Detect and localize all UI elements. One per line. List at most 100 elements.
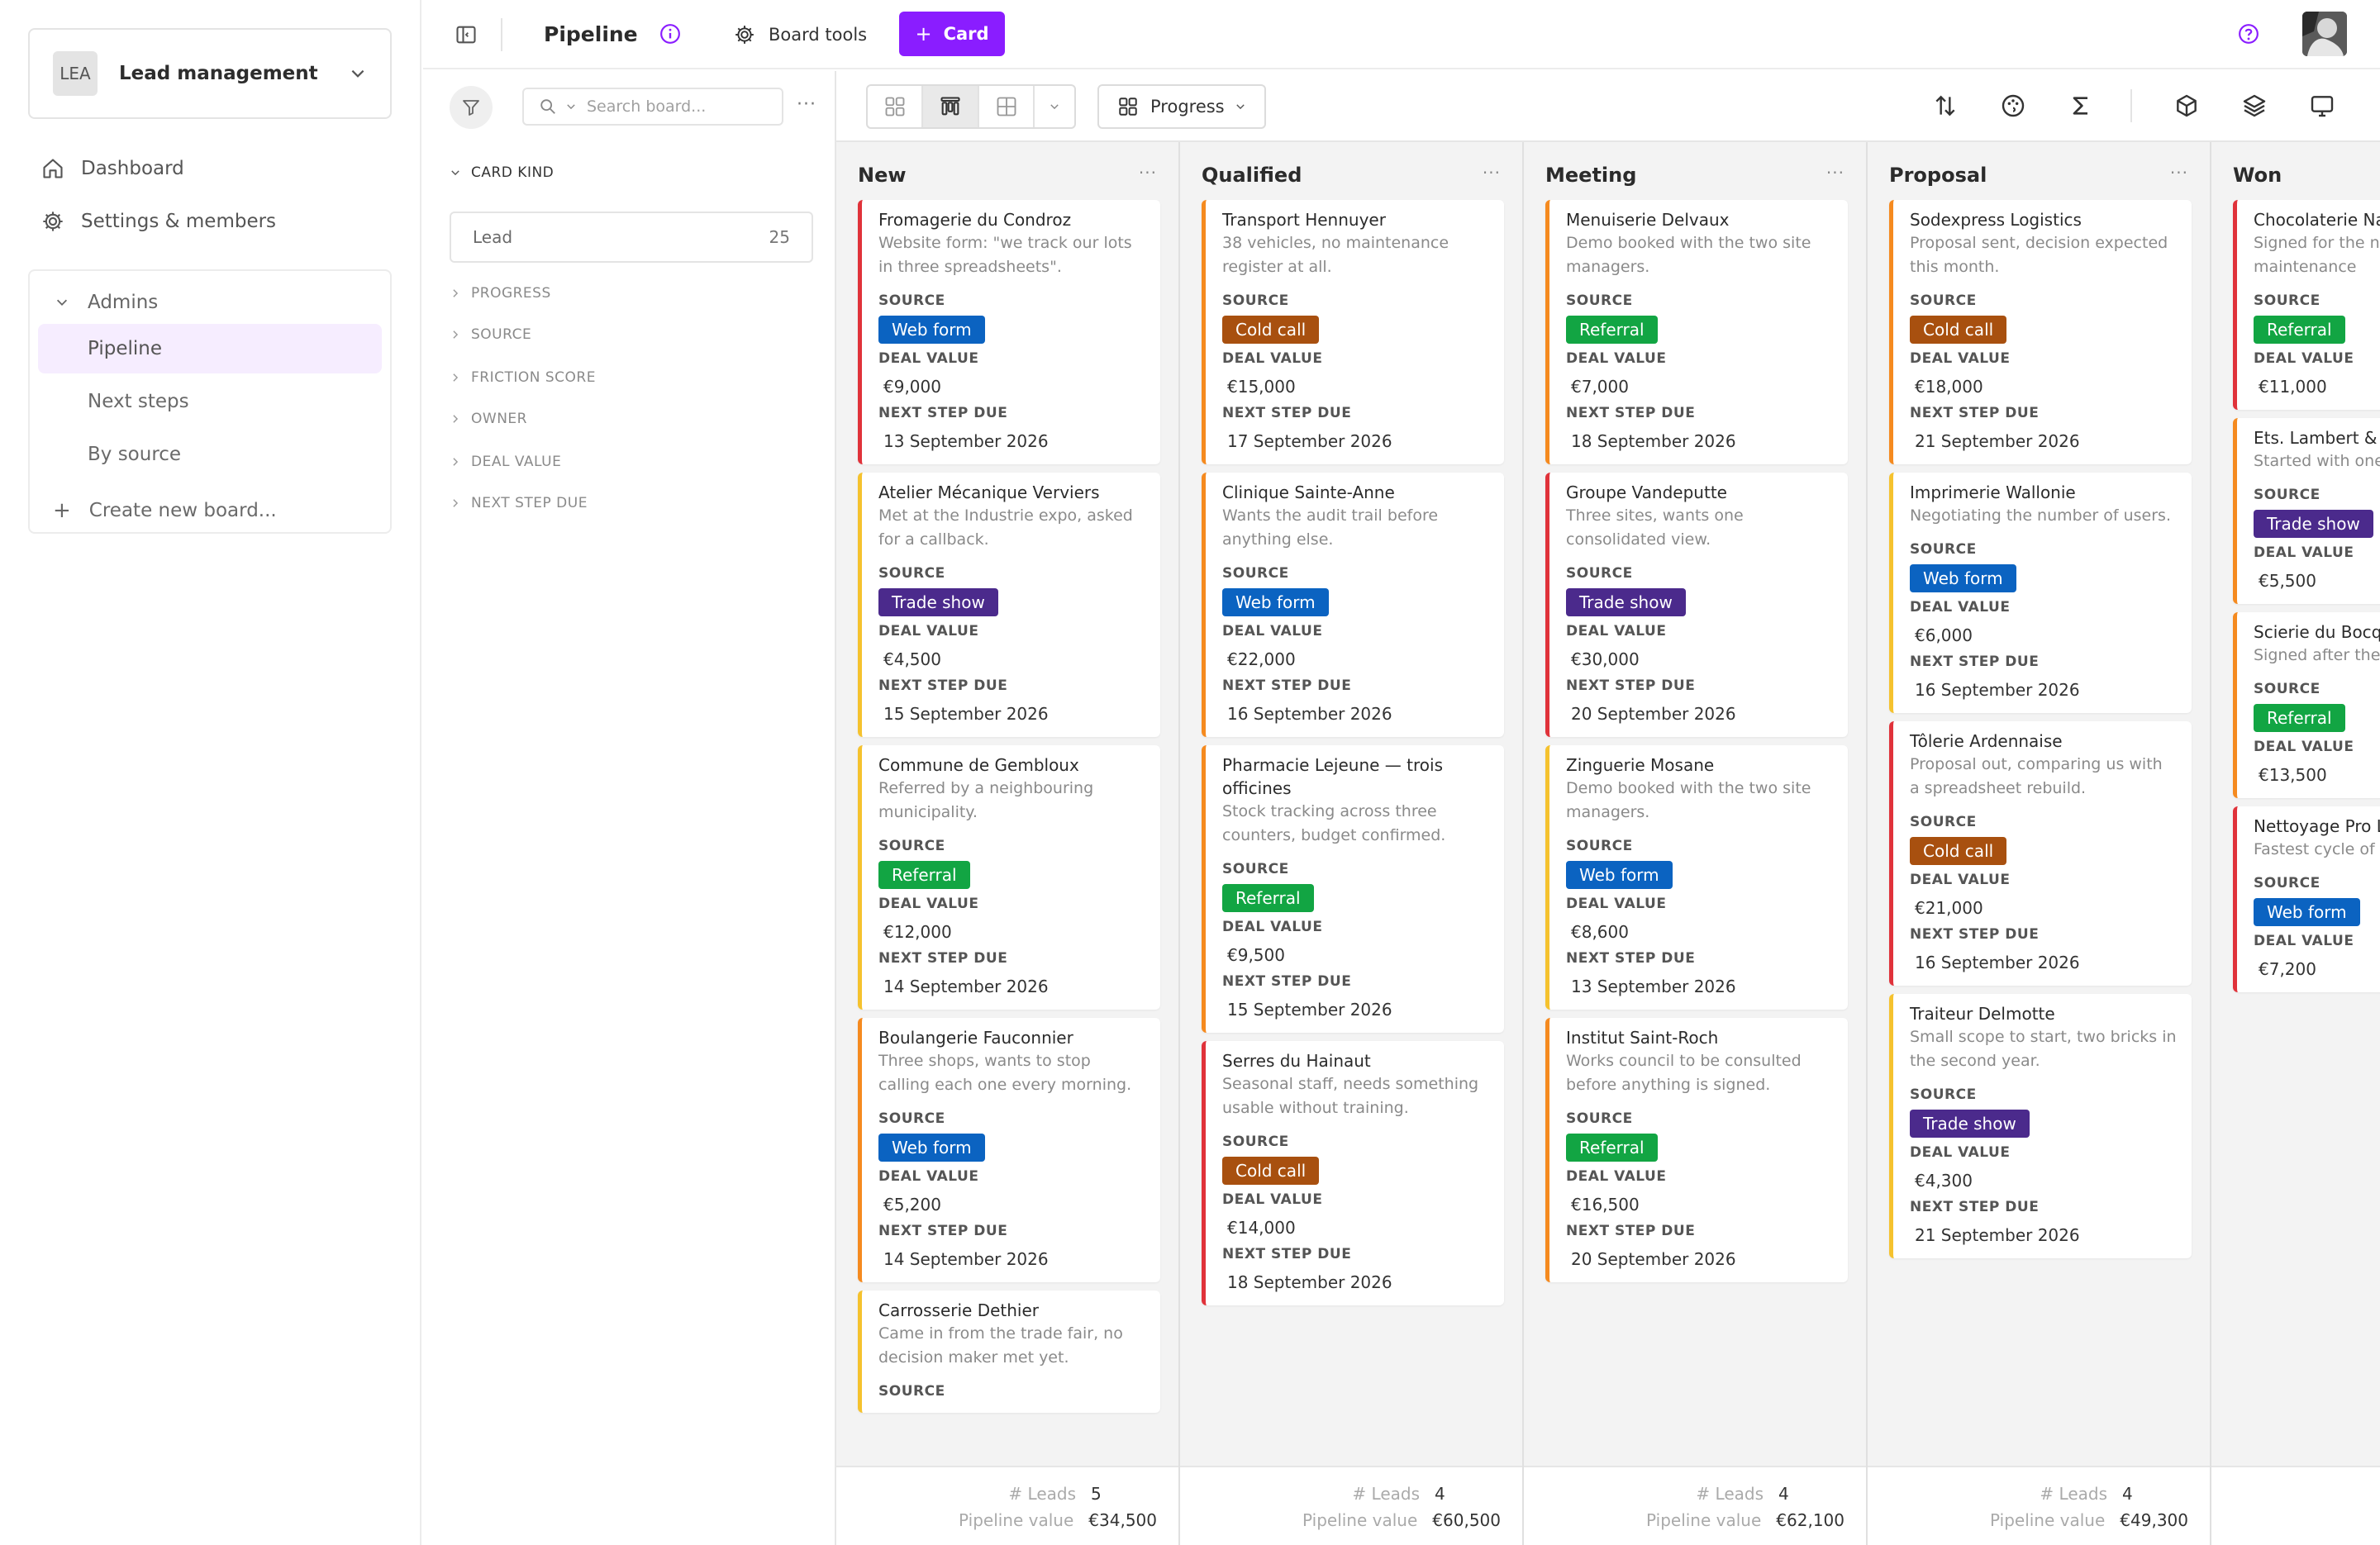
help-icon[interactable] [2238,23,2259,45]
sidebar-toggle-icon[interactable] [455,23,478,46]
grid-view-icon [885,97,905,116]
card-kind-option-lead[interactable]: Lead 25 [450,212,813,263]
sum-icon[interactable] [2068,93,2094,119]
workspace-switcher[interactable]: LEA Lead management [28,28,392,119]
column-title: Meeting [1545,164,1637,187]
create-board-button[interactable]: + Create new board... [53,496,277,525]
deal-value: €15,000 [1227,377,1296,397]
lead-card[interactable]: Transport Hennuyer 38 vehicles, no mainte… [1202,200,1504,464]
lead-card[interactable]: Imprimerie Wallonie Negotiating the numbe… [1889,473,2192,713]
footer-pipeline-value-label: Pipeline value [1990,1510,2106,1530]
board-item-next-steps[interactable]: Next steps [38,377,382,426]
nav-settings-members[interactable]: Settings & members [41,205,276,238]
source-badge: Trade show [2254,510,2373,538]
lead-card[interactable]: Menuiserie Delvaux Demo booked with the t… [1545,200,1848,464]
filter-section-deal-value[interactable]: DEAL VALUE [450,449,561,474]
app-sidebar: LEA Lead management Dashboard Settings &… [0,0,421,1545]
filter-section-friction-score[interactable]: FRICTION SCORE [450,365,596,390]
filter-section-source[interactable]: SOURCE [450,322,531,347]
sort-icon[interactable] [1932,93,1959,119]
board-item-pipeline[interactable]: Pipeline [38,324,382,373]
lead-card[interactable]: Nettoyage Pro L Fastest cycle of t weeks … [2233,806,2380,992]
lead-card[interactable]: Chocolaterie Nar Signed for the n and mai… [2233,200,2380,410]
more-options-icon[interactable]: ··· [797,94,816,115]
column-more-icon[interactable]: ··· [2170,160,2188,185]
color-palette-icon[interactable] [2000,93,2026,119]
add-card-button[interactable]: + Card [899,12,1005,56]
next-step-due: 15 September 2026 [883,704,1049,724]
filter-section-owner[interactable]: OWNER [450,406,527,431]
deal-value: €8,600 [1571,922,1629,942]
lead-card[interactable]: Sodexpress Logistics Proposal sent, decis… [1889,200,2192,464]
lead-card[interactable]: Ets. Lambert & F Started with one discuss… [2233,418,2380,604]
filter-section-label: FRICTION SCORE [471,369,596,386]
lead-card[interactable]: Pharmacie Lejeune — trois officines Stock… [1202,745,1504,1033]
nav-dashboard[interactable]: Dashboard [41,152,184,185]
source-badge: Referral [2254,704,2345,732]
filter-section-card-kind[interactable]: CARD KIND [450,160,554,185]
filter-section-label: DEAL VALUE [471,454,562,470]
table-view-button[interactable] [979,86,1035,127]
card-list: Transport Hennuyer 38 vehicles, no mainte… [1202,200,1504,1314]
column-title: Qualified [1202,164,1302,187]
lead-card[interactable]: Boulangerie Fauconnier Three shops, wants… [858,1018,1160,1282]
lead-card[interactable]: Atelier Mécanique Verviers Met at the Ind… [858,473,1160,737]
filter-section-next-step-due[interactable]: NEXT STEP DUE [450,491,588,516]
deal-value-label: DEAL VALUE [1910,350,2011,367]
card-list: Fromagerie du Condroz Website form: "we t… [858,200,1160,1421]
lead-card[interactable]: Serres du Hainaut Seasonal staff, needs s… [1202,1041,1504,1305]
filter-button[interactable] [450,86,493,129]
lead-card[interactable]: Groupe Vandeputte Three sites, wants one … [1545,473,1848,737]
lead-card[interactable]: Scierie du Bocq Signed after the line. SOU… [2233,612,2380,798]
column-title: Won [2233,164,2282,187]
lead-card[interactable]: Clinique Sainte-Anne Wants the audit trai… [1202,473,1504,737]
deal-value-label: DEAL VALUE [2254,739,2354,755]
layers-icon[interactable] [2241,93,2268,119]
column-more-icon[interactable]: ··· [1139,160,1157,185]
filter-section-progress[interactable]: PROGRESS [450,281,551,306]
lead-card[interactable]: Institut Saint-Roch Works council to be c… [1545,1018,1848,1282]
next-step-due: 21 September 2026 [1915,431,2080,451]
filter-section-label: NEXT STEP DUE [471,495,588,511]
chevron-right-icon [453,499,459,507]
group-toggle-admins[interactable]: Admins [55,286,158,319]
deal-value-label: DEAL VALUE [1566,1168,1667,1185]
user-avatar[interactable] [2302,12,2347,56]
top-bar: Pipeline Board tools + Card [423,0,2380,69]
filter-section-label: SOURCE [471,326,532,343]
grid-view-button[interactable] [868,86,924,127]
info-icon[interactable] [659,23,681,45]
lead-card[interactable]: Commune de Gembloux Referred by a neighbo… [858,745,1160,1010]
card-description: Wants the audit trail before anything el… [1222,506,1439,549]
column-more-icon[interactable]: ··· [1826,160,1844,185]
search-field[interactable] [522,88,783,126]
card-title: Nettoyage Pro L [2254,816,2380,836]
lead-card[interactable]: Traiteur Delmotte Small scope to start, t… [1889,994,2192,1258]
plus-icon: + [53,498,71,523]
footer-leads-value: 4 [1778,1484,1789,1504]
deal-value: €21,000 [1915,898,1983,918]
lead-card[interactable]: Zinguerie Mosane Demo booked with the two… [1545,745,1848,1010]
column-more-icon[interactable]: ··· [1483,160,1501,185]
board-item-by-source[interactable]: By source [38,430,382,479]
monitor-icon[interactable] [2309,93,2335,119]
group-by-select[interactable]: Progress [1097,84,1266,129]
view-dropdown-button[interactable] [1035,86,1074,127]
next-step-due-label: NEXT STEP DUE [878,1223,1008,1239]
source-label: SOURCE [1222,292,1289,309]
lead-card[interactable]: Fromagerie du Condroz Website form: "we t… [858,200,1160,464]
kanban-view-button[interactable] [923,86,979,127]
home-icon [43,159,63,178]
lead-card[interactable]: Carrosserie Dethier Came in from the trad… [858,1291,1160,1413]
source-badge: Referral [878,861,970,889]
search-input[interactable] [587,97,752,116]
next-step-due: 21 September 2026 [1915,1225,2080,1245]
deal-value-label: DEAL VALUE [1222,623,1323,639]
source-badge: Web form [1566,861,1673,889]
cube-icon[interactable] [2173,93,2200,119]
source-badge: Cold call [1222,1157,1320,1185]
card-description: Came in from the trade fair, no decision… [878,1324,1123,1367]
board-tools-button[interactable]: Board tools [734,18,867,51]
deal-value-label: DEAL VALUE [2254,544,2354,561]
lead-card[interactable]: Tôlerie Ardennaise Proposal out, comparin… [1889,721,2192,986]
